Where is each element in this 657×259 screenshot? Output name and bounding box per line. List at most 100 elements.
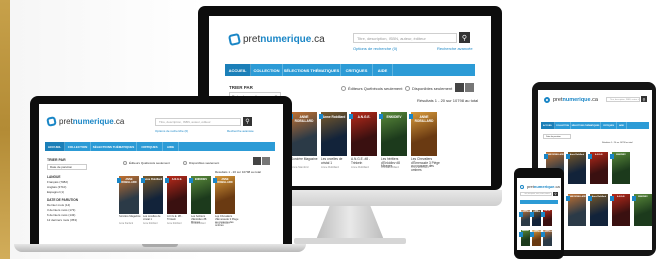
book-author[interactable]: Anne Robillard xyxy=(143,223,157,225)
available-checkbox[interactable] xyxy=(183,161,187,165)
bookmark-icon xyxy=(409,114,413,119)
brand-logo[interactable]: pretnumerique.ca xyxy=(46,116,124,127)
book-title[interactable]: Sorcière Magazine xyxy=(119,215,143,219)
book-cover-title: ANNE ROBILLARD xyxy=(414,115,434,123)
date-item[interactable]: Dernier mois (14) xyxy=(47,203,70,207)
mobile-nav-bar[interactable] xyxy=(520,200,558,204)
search-input[interactable]: Titre, description, ISBN, auteur, éditeu… xyxy=(520,192,552,196)
book-cover[interactable]: ANNE ROBILLARD xyxy=(411,112,437,156)
bookmark-icon xyxy=(349,114,353,119)
book-author[interactable]: Anna Stanford xyxy=(119,223,133,225)
book-author[interactable]: Anne Robillard xyxy=(167,223,181,225)
phone: pretnumerique.ca Titre, description, ISB… xyxy=(514,168,564,259)
search-options-link[interactable]: Options de recherche (0) xyxy=(155,129,188,133)
language-item[interactable]: Français (7082) xyxy=(47,180,68,184)
bookmark-icon xyxy=(632,196,636,201)
search-button[interactable]: ⚲ xyxy=(553,192,558,196)
tab-aide[interactable]: AIDE xyxy=(617,122,627,129)
book-author[interactable]: Anne Robillard xyxy=(381,166,399,169)
book-author[interactable]: Anne Robillard xyxy=(321,166,339,169)
bookmark-icon xyxy=(544,154,548,159)
book-cover[interactable]: A.N.G.E. xyxy=(351,112,377,156)
list-view-button[interactable] xyxy=(465,83,474,92)
book-cover-title: A.N.G.E. xyxy=(171,178,183,181)
tab-accueil[interactable]: ACCUEIL xyxy=(541,122,555,129)
tab-collection[interactable]: COLLECTION xyxy=(251,64,283,76)
main-nav: ACCUEIL COLLECTION SÉLECTIONS THÉMATIQUE… xyxy=(225,64,475,76)
book-cover[interactable]: ENKIDIEV xyxy=(191,176,211,214)
brand-logo[interactable]: pretnumerique.ca xyxy=(543,96,598,104)
book-title[interactable]: Les orcelles de cristal 1 xyxy=(321,157,351,165)
brand-logo[interactable]: pretnumerique.ca xyxy=(227,32,325,47)
tab-critiques[interactable]: CRITIQUES xyxy=(601,122,617,129)
tab-critiques[interactable]: CRITIQUES xyxy=(341,64,373,76)
book-cover[interactable]: Anne Robillard xyxy=(590,194,608,226)
bookmark-icon xyxy=(519,232,523,237)
date-heading: DATE DE PARUTION xyxy=(47,198,79,202)
grid-view-button[interactable] xyxy=(455,83,464,92)
tab-collection[interactable]: COLLECTION xyxy=(555,122,571,129)
book-cover[interactable]: ANNE ROBILLARD xyxy=(568,194,586,226)
book-cover[interactable]: ENKIDIEV xyxy=(634,194,652,226)
search-options-link[interactable]: Options de recherche (0) xyxy=(353,46,397,51)
book-cover[interactable]: ENKIDIEV xyxy=(612,152,630,184)
book-author[interactable]: Anne Robillard xyxy=(215,223,229,225)
tab-selections[interactable]: SÉLECTIONS THÉMATIQUES xyxy=(91,142,137,151)
date-item[interactable]: 12 derniers mois (353) xyxy=(47,218,77,222)
date-item[interactable]: 3 derniers mois (173) xyxy=(47,208,75,212)
book-cover[interactable]: ANNE ROBILLARD xyxy=(215,176,235,214)
book-author[interactable]: Anne Robillard xyxy=(191,223,205,225)
sort-select[interactable]: Date de parution xyxy=(543,134,571,139)
bookmark-icon xyxy=(541,232,545,237)
tab-aide[interactable]: AIDE xyxy=(163,142,179,151)
date-item[interactable]: 6 derniers mois (143) xyxy=(47,213,75,217)
search-button[interactable]: ⚲ xyxy=(459,32,470,43)
book-title[interactable]: A.N.G.E. #8 - Trinkeln xyxy=(167,215,191,222)
tab-collection[interactable]: COLLECTION xyxy=(65,142,91,151)
tab-aide[interactable]: AIDE xyxy=(373,64,393,76)
advanced-search-link[interactable]: Recherche avancée xyxy=(437,46,473,51)
book-cover[interactable]: ENKIDIEV xyxy=(381,112,407,156)
language-item[interactable]: Espagnol (1) xyxy=(47,190,64,194)
book-cover[interactable]: Anne Robillard xyxy=(568,152,586,184)
brand-logo-icon xyxy=(227,32,242,47)
tab-selections[interactable]: SÉLECTIONS THÉMATIQUES xyxy=(283,64,341,76)
book-cover-title: Anne Robillard xyxy=(591,196,607,198)
book-cover-title: ANNE ROBILLARD xyxy=(568,196,586,198)
publishers-qc-checkbox[interactable] xyxy=(123,161,127,165)
book-cover[interactable]: Anne Robillard xyxy=(321,112,347,156)
bookmark-icon xyxy=(530,232,534,237)
book-cover[interactable]: A.N.G.E. xyxy=(167,176,187,214)
book-title[interactable]: A.N.G.E. #8 - Trinkeln xyxy=(351,157,381,165)
book-author[interactable]: Anne Robillard xyxy=(351,166,369,169)
search-button[interactable]: ⚲ xyxy=(641,96,647,102)
search-input[interactable]: Titre, description, ISBN, auteur, éditeu… xyxy=(155,118,241,126)
bookmark-icon xyxy=(530,212,534,217)
tab-accueil[interactable]: ACCUEIL xyxy=(45,142,65,151)
tab-selections[interactable]: SÉLECTIONS THÉMATIQUES xyxy=(571,122,601,129)
book-cover[interactable]: Anne Robillard xyxy=(143,176,163,214)
book-author[interactable]: Anne Robillard xyxy=(411,166,429,169)
search-input[interactable]: Titre, description, ISBN, auteur, éditeu… xyxy=(606,97,640,102)
results-count: Résultats 1 - 20 sur 10798 au total xyxy=(215,170,261,174)
available-checkbox[interactable] xyxy=(405,86,410,91)
grid-view-button[interactable] xyxy=(253,157,261,165)
book-cover[interactable]: A.N.G.E. xyxy=(612,194,630,226)
publishers-qc-checkbox[interactable] xyxy=(341,86,346,91)
tab-critiques[interactable]: CRITIQUES xyxy=(137,142,163,151)
search-button[interactable]: ⚲ xyxy=(243,117,252,126)
list-view-button[interactable] xyxy=(262,157,270,165)
book-cover[interactable]: A.N.G.E. xyxy=(590,152,608,184)
bookmark-icon xyxy=(566,154,570,159)
book-title[interactable]: Les orcelles de cristal 1 xyxy=(143,215,167,222)
book-cover[interactable]: ANNE ROBILLARD xyxy=(119,176,139,214)
tab-accueil[interactable]: ACCUEIL xyxy=(225,64,251,76)
sort-select[interactable]: Date de parution xyxy=(47,164,87,170)
brand-logo[interactable]: pretnumerique.ca xyxy=(519,184,560,189)
search-input[interactable]: Titre, description, ISBN, auteur, éditeu… xyxy=(353,33,457,43)
main-nav: ACCUEIL COLLECTION SÉLECTIONS THÉMATIQUE… xyxy=(541,122,649,129)
advanced-search-link[interactable]: Recherche avancée xyxy=(227,129,254,133)
book-cover-title: Anne Robillard xyxy=(322,115,346,119)
book-cover-title: ENKIDIEV xyxy=(616,154,626,156)
language-item[interactable]: Anglais (3710) xyxy=(47,185,66,189)
